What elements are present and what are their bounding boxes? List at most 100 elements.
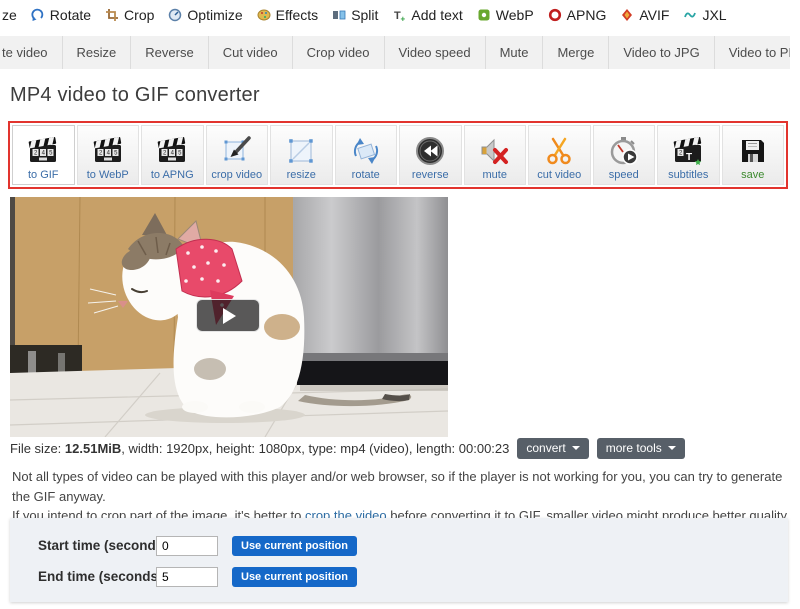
optimize-icon (168, 8, 182, 22)
dropdown-caret-icon (572, 446, 580, 450)
tool-resize[interactable]: resize (270, 125, 333, 185)
floppy-disk-icon (738, 133, 768, 169)
menu-item-ze[interactable]: ze (2, 7, 17, 23)
play-icon (223, 308, 236, 324)
tab-resize[interactable]: Resize (63, 36, 132, 69)
tool-crop-video[interactable]: crop video (206, 125, 269, 185)
scissors-icon (544, 133, 574, 169)
tab-crop-video[interactable]: Crop video (293, 36, 385, 69)
tool-label: resize (287, 169, 316, 182)
tool-label: to APNG (151, 169, 194, 182)
effects-icon (257, 8, 271, 22)
page-title: MP4 video to GIF converter (10, 84, 260, 107)
menu-item-split[interactable]: Split (332, 7, 378, 23)
menu-item-label: Split (351, 7, 378, 23)
tab-merge[interactable]: Merge (543, 36, 609, 69)
tab-video-to-png[interactable]: Video to PNG (715, 36, 790, 69)
tool-to-webp[interactable]: 245to WebP (77, 125, 140, 185)
tool-to-apng[interactable]: 245to APNG (141, 125, 204, 185)
end-time-row: End time (seconds): Use current position (38, 564, 788, 589)
note-line-1: Not all types of video can be played wit… (12, 467, 788, 506)
menu-item-label: Crop (124, 7, 154, 23)
menu-item-avif[interactable]: AVIF (620, 7, 669, 23)
tool-label: reverse (412, 169, 449, 182)
add-text-icon: T+ (392, 8, 406, 22)
use-current-position-end-button[interactable]: Use current position (232, 567, 357, 587)
tool-label: cut video (537, 169, 581, 182)
webp-icon (477, 8, 491, 22)
menu-item-label: ze (2, 7, 17, 23)
menu-item-webp[interactable]: WebP (477, 7, 534, 23)
time-range-panel: Start time (seconds): Use current positi… (10, 518, 788, 602)
tool-label: save (741, 169, 764, 182)
menu-item-effects[interactable]: Effects (257, 7, 319, 23)
menu-item-crop[interactable]: Crop (105, 7, 154, 23)
use-current-position-start-button[interactable]: Use current position (232, 536, 357, 556)
menu-item-label: Optimize (187, 7, 242, 23)
split-icon (332, 8, 346, 22)
tool-speed[interactable]: speed (593, 125, 656, 185)
video-player[interactable] (10, 197, 448, 437)
reverse-circle-icon (415, 133, 445, 169)
file-info-text: File size: 12.51MiB, width: 1920px, heig… (10, 441, 509, 456)
convert-button[interactable]: convert (517, 438, 588, 459)
menu-item-apng[interactable]: APNG (548, 7, 607, 23)
crop-pen-icon (222, 133, 252, 169)
muted-speaker-icon (480, 133, 510, 169)
start-time-label: Start time (seconds): (38, 538, 156, 553)
menu-item-jxl[interactable]: JXL (683, 7, 726, 23)
rotate-square-icon (351, 133, 381, 169)
tool-mute[interactable]: mute (464, 125, 527, 185)
tool-label: mute (483, 169, 507, 182)
tool-tabbar: te videoResizeReverseCut videoCrop video… (0, 36, 790, 69)
menu-item-label: Rotate (50, 7, 91, 23)
tool-label: speed (609, 169, 639, 182)
tool-reverse[interactable]: reverse (399, 125, 462, 185)
apng-icon (548, 8, 562, 22)
tab-cut-video[interactable]: Cut video (209, 36, 293, 69)
tab-video-to-jpg[interactable]: Video to JPG (609, 36, 714, 69)
menu-item-label: Add text (411, 7, 462, 23)
menu-item-optimize[interactable]: Optimize (168, 7, 242, 23)
play-button[interactable] (196, 299, 260, 332)
start-time-row: Start time (seconds): Use current positi… (38, 533, 788, 558)
menu-item-label: JXL (702, 7, 726, 23)
svg-text:T: T (686, 152, 692, 163)
crop-icon (105, 8, 119, 22)
tab-mute[interactable]: Mute (486, 36, 544, 69)
tool-to-gif[interactable]: 245to GIF (12, 125, 75, 185)
clapperboard-icon: 245 (93, 133, 123, 169)
converter-toolbar: 245to GIF245to WebP245to APNGcrop videor… (8, 121, 788, 189)
end-time-input[interactable] (156, 567, 218, 587)
subtitles-clapperboard-icon: 2T (673, 133, 703, 169)
tool-rotate[interactable]: rotate (335, 125, 398, 185)
menu-item-label: AVIF (639, 7, 669, 23)
stopwatch-icon (609, 133, 639, 169)
end-time-label: End time (seconds): (38, 569, 156, 584)
tool-label: to WebP (87, 169, 129, 182)
menu-item-label: Effects (276, 7, 319, 23)
tool-save[interactable]: save (722, 125, 785, 185)
menu-item-add-text[interactable]: T+ Add text (392, 7, 462, 23)
start-time-input[interactable] (156, 536, 218, 556)
jxl-icon (683, 8, 697, 22)
dropdown-caret-icon (668, 446, 676, 450)
clapperboard-icon: 245 (157, 133, 187, 169)
rotate-icon (31, 8, 45, 22)
menu-item-label: WebP (496, 7, 534, 23)
more-tools-button[interactable]: more tools (597, 438, 685, 459)
page: ze Rotate Crop Optimize Effects Split T+ Add te… (0, 0, 800, 609)
menu-item-label: APNG (567, 7, 607, 23)
tool-subtitles[interactable]: 2Tsubtitles (657, 125, 720, 185)
tool-label: subtitles (668, 169, 708, 182)
menu-item-rotate[interactable]: Rotate (31, 7, 91, 23)
file-info-line: File size: 12.51MiB, width: 1920px, heig… (10, 436, 790, 460)
tool-cut-video[interactable]: cut video (528, 125, 591, 185)
tool-label: to GIF (28, 169, 59, 182)
tab-reverse[interactable]: Reverse (131, 36, 208, 69)
clapperboard-icon: 245 (28, 133, 58, 169)
tab-te-video[interactable]: te video (0, 36, 63, 69)
tab-video-speed[interactable]: Video speed (385, 36, 486, 69)
top-menubar: ze Rotate Crop Optimize Effects Split T+ Add te… (2, 7, 727, 23)
tool-label: rotate (352, 169, 380, 182)
